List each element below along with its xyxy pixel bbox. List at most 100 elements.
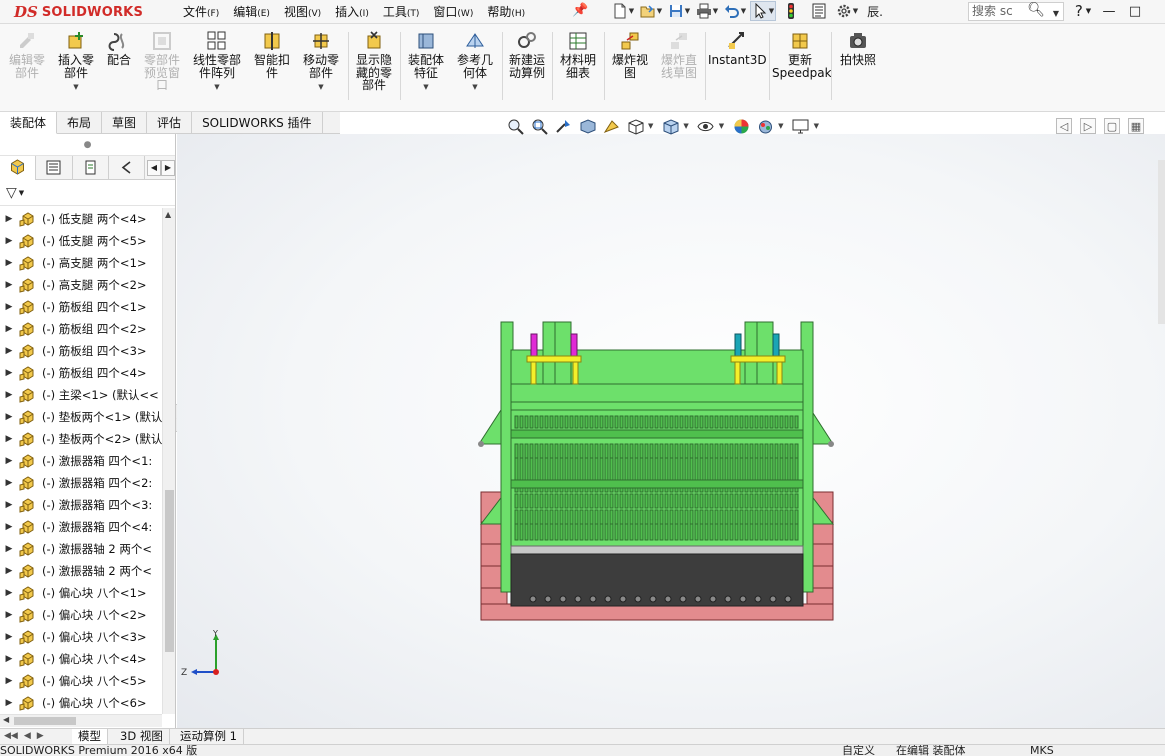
assembly-feature-dropdown-icon[interactable]: ▼ xyxy=(404,81,448,94)
hide-show-items-button[interactable] xyxy=(695,116,717,136)
take-snapshot-button[interactable]: 拍快照 xyxy=(834,30,882,67)
tree-vertical-scrollbar[interactable]: ▲ xyxy=(162,208,175,714)
mate-button[interactable]: 配合 xyxy=(102,30,136,67)
edit-component-button[interactable]: 编辑零部件 xyxy=(4,30,50,79)
move-component-dropdown-icon[interactable]: ▼ xyxy=(298,81,344,94)
update-speedpak-button[interactable]: 更新Speedpak xyxy=(772,30,832,79)
menu-view[interactable]: 视图(V) xyxy=(277,3,328,21)
menu-insert[interactable]: 插入(I) xyxy=(328,3,376,21)
tree-item[interactable]: ▶ (-) 偏心块 八个<6> xyxy=(0,692,162,714)
view-orientation-dropdown-icon[interactable]: ▼ xyxy=(648,122,653,130)
tree-item[interactable]: ▶ (-) 高支腿 两个<2> xyxy=(0,274,162,296)
tree-item[interactable]: ▶ (-) 偏心块 八个<4> xyxy=(0,648,162,670)
select-button[interactable]: ▼ xyxy=(750,1,776,21)
status-units[interactable]: MKS xyxy=(1030,745,1054,756)
apply-scene-button[interactable] xyxy=(754,116,776,136)
tab-scroll-left-icon[interactable]: ◀ xyxy=(147,159,161,176)
expand-arrow-icon[interactable]: ▶ xyxy=(0,280,18,290)
expand-arrow-icon[interactable]: ▶ xyxy=(0,368,18,378)
show-hidden-components-button[interactable]: 显示隐藏的零部件 xyxy=(352,30,396,92)
tree-item[interactable]: ▶ (-) 高支腿 两个<1> xyxy=(0,252,162,274)
filter-dropdown-icon[interactable]: ▼ xyxy=(19,189,24,197)
expand-arrow-icon[interactable]: ▶ xyxy=(0,434,18,444)
apply-scene-dropdown-icon[interactable]: ▼ xyxy=(778,122,783,130)
insert-component-dropdown-icon[interactable]: ▼ xyxy=(54,81,98,94)
options-button[interactable]: ▼ xyxy=(834,1,860,21)
expand-arrow-icon[interactable]: ▶ xyxy=(0,566,18,576)
tab-sketch[interactable]: 草图 xyxy=(102,112,148,134)
search-dropdown-icon[interactable]: ▼ xyxy=(1053,5,1059,22)
hide-show-dropdown-icon[interactable]: ▼ xyxy=(719,122,724,130)
tree-item[interactable]: ▶ (-) 垫板两个<1> (默认 xyxy=(0,406,162,428)
expand-arrow-icon[interactable]: ▶ xyxy=(0,412,18,422)
tab-evaluate[interactable]: 评估 xyxy=(147,112,193,134)
expand-arrow-icon[interactable]: ▶ xyxy=(0,346,18,356)
insert-component-button[interactable]: 插入零部件 ▼ xyxy=(54,30,98,94)
expand-arrow-icon[interactable]: ▶ xyxy=(0,500,18,510)
save-button[interactable]: ▼ xyxy=(666,1,692,21)
view-orientation-button[interactable] xyxy=(624,116,646,136)
tree-item[interactable]: ▶ (-) 偏心块 八个<1> xyxy=(0,582,162,604)
tree-item[interactable]: ▶ (-) 激振器箱 四个<2: xyxy=(0,472,162,494)
expand-arrow-icon[interactable]: ▶ xyxy=(0,258,18,268)
panel-grip[interactable]: ● xyxy=(0,134,175,156)
tree-item[interactable]: ▶ (-) 低支腿 两个<5> xyxy=(0,230,162,252)
discharge-plate[interactable] xyxy=(510,545,804,555)
tab-property-manager[interactable] xyxy=(36,155,73,180)
tab-first-icon[interactable]: ◀◀ xyxy=(4,731,18,741)
explode-line-sketch-button[interactable]: 爆炸直线草图 xyxy=(656,30,702,79)
tab-solidworks-addins[interactable]: SOLIDWORKS 插件 xyxy=(192,112,323,134)
tree-item[interactable]: ▶ (-) 低支腿 两个<4> xyxy=(0,208,162,230)
tree-scroll-thumb[interactable] xyxy=(165,490,174,652)
solidworks-logo[interactable]: DS SOLIDWORKS xyxy=(14,2,143,22)
scroll-up-icon[interactable]: ▲ xyxy=(165,210,171,219)
expand-arrow-icon[interactable]: ▶ xyxy=(0,698,18,708)
expand-arrow-icon[interactable]: ▶ xyxy=(0,544,18,554)
view-settings-button[interactable] xyxy=(790,116,812,136)
viewport-expand-right-icon[interactable]: ▷ xyxy=(1080,118,1096,134)
tab-model[interactable]: 模型 xyxy=(72,729,108,745)
expand-arrow-icon[interactable]: ▶ xyxy=(0,324,18,334)
expand-arrow-icon[interactable]: ▶ xyxy=(0,456,18,466)
viewport-restore-icon[interactable]: ▢ xyxy=(1104,118,1120,134)
left-bracket-upper[interactable] xyxy=(478,408,502,445)
smart-fasteners-button[interactable]: 智能扣件 xyxy=(250,30,294,79)
rebuild-button[interactable] xyxy=(778,1,804,21)
move-component-button[interactable]: 移动零部件 ▼ xyxy=(298,30,344,94)
right-bracket-upper[interactable] xyxy=(810,408,834,445)
expand-arrow-icon[interactable]: ▶ xyxy=(0,588,18,598)
instant3d-button[interactable]: Instant3D xyxy=(708,30,767,67)
open-button[interactable]: ▼ xyxy=(638,1,664,21)
file-properties-button[interactable] xyxy=(806,1,832,21)
expand-arrow-icon[interactable]: ▶ xyxy=(0,390,18,400)
pin-menu-icon[interactable]: 📌 xyxy=(572,3,588,18)
minimize-button[interactable]: — xyxy=(1098,1,1120,21)
undo-button[interactable]: ▼ xyxy=(722,1,748,21)
assembly-model[interactable] xyxy=(177,134,1165,728)
filter-icon[interactable]: ▽ xyxy=(6,185,17,201)
tree-item[interactable]: ▶ (-) 激振器轴 2 两个< xyxy=(0,538,162,560)
component-preview-button[interactable]: 零部件预览窗口 xyxy=(140,30,184,92)
display-style-button[interactable] xyxy=(659,116,681,136)
left-tower[interactable] xyxy=(542,321,572,385)
tree-item[interactable]: ▶ (-) 偏心块 八个<2> xyxy=(0,604,162,626)
expand-arrow-icon[interactable]: ▶ xyxy=(0,302,18,312)
new-document-button[interactable]: ▼ xyxy=(610,1,636,21)
expand-arrow-icon[interactable]: ▶ xyxy=(0,522,18,532)
reference-geometry-button[interactable]: 参考几何体 ▼ xyxy=(452,30,498,94)
status-custom[interactable]: 自定义 xyxy=(842,745,875,756)
linear-pattern-button[interactable]: 线性零部件阵列 ▼ xyxy=(188,30,246,94)
tree-item[interactable]: ▶ (-) 偏心块 八个<5> xyxy=(0,670,162,692)
dynamic-annotation-button[interactable] xyxy=(600,116,622,136)
previous-view-button[interactable] xyxy=(552,116,574,136)
tab-scroll-right-icon[interactable]: ▶ xyxy=(161,159,175,176)
tree-item[interactable]: ▶ (-) 偏心块 八个<3> xyxy=(0,626,162,648)
tree-item[interactable]: ▶ (-) 垫板两个<2> (默认 xyxy=(0,428,162,450)
tab-3d-views[interactable]: 3D 视图 xyxy=(114,729,170,745)
expand-arrow-icon[interactable]: ▶ xyxy=(0,478,18,488)
expand-arrow-icon[interactable]: ▶ xyxy=(0,236,18,246)
help-button[interactable]: ? ▼ xyxy=(1072,1,1094,21)
rebuild-status[interactable]: 辰. xyxy=(862,1,888,21)
search-icon[interactable]: 🔍︎ xyxy=(1027,2,1045,19)
expand-arrow-icon[interactable]: ▶ xyxy=(0,654,18,664)
